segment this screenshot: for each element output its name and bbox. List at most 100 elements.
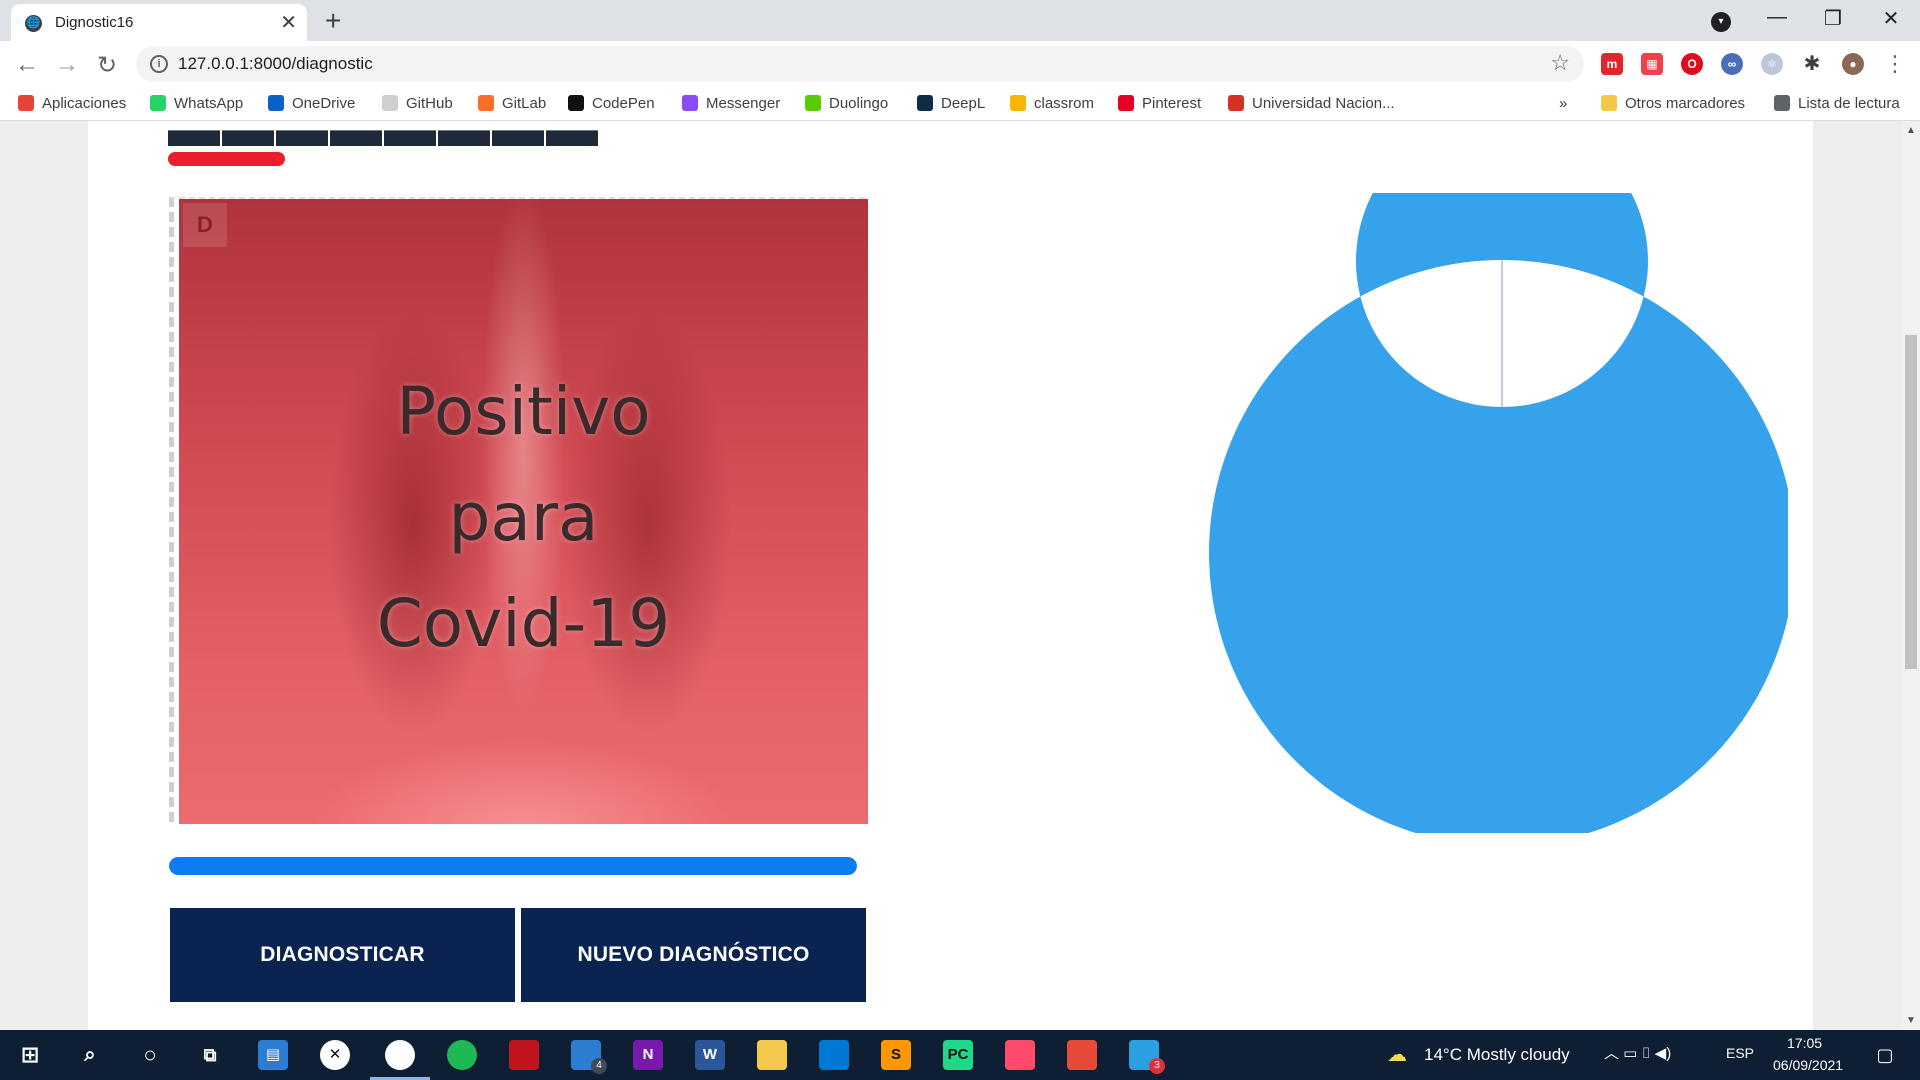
site-info-icon[interactable]: i [150, 55, 168, 73]
task-view-icon[interactable]: ⧉ [195, 1040, 225, 1070]
extension-grid-icon[interactable]: ▦ [1641, 53, 1663, 75]
browser-menu-icon[interactable]: ⋮ [1880, 51, 1910, 77]
onedrive-icon [268, 95, 284, 111]
new-tab-button[interactable]: + [325, 5, 341, 37]
progress-bar [169, 857, 857, 875]
doughnut-chart: PrecisiónConfusión [1209, 193, 1788, 833]
spotify-icon[interactable] [447, 1040, 477, 1070]
mail-badge: 4 [591, 1058, 607, 1074]
tab-strip: 🌐 Dignostic16 ✕ + ▾ — ❐ ✕ [0, 0, 1920, 41]
bookmark-label: Duolingo [829, 95, 889, 112]
other-bookmarks-folder[interactable]: Otros marcadores [1601, 95, 1745, 112]
bookmark-duolingo[interactable]: Duolingo [805, 95, 888, 112]
bookmark-star-icon[interactable]: ☆ [1550, 50, 1570, 76]
diagnosis-result: Positivo para Covid-19 [376, 373, 671, 662]
bookmark-messenger[interactable]: Messenger [682, 95, 780, 112]
bookmark-codepen[interactable]: CodePen [568, 95, 655, 112]
codepen-icon [568, 95, 584, 111]
language-indicator[interactable]: ESP [1726, 1045, 1754, 1061]
tab-search-icon[interactable]: ▾ [1711, 12, 1731, 32]
restore-button[interactable]: ❐ [1813, 6, 1853, 31]
bookmark-label: Aplicaciones [42, 95, 127, 112]
git-tool-icon[interactable] [1067, 1040, 1097, 1070]
bookmark-pinterest[interactable]: Pinterest [1118, 95, 1201, 112]
browser-toolbar: ← → ↻ i 127.0.0.1:8000/diagnostic ☆ m ▦ … [0, 41, 1920, 89]
close-tab-icon[interactable]: ✕ [280, 10, 297, 35]
gmail-icon [1228, 95, 1244, 111]
whatsapp-icon [150, 95, 166, 111]
new-diagnosis-button[interactable]: NUEVO DIAGNÓSTICO [521, 908, 866, 1002]
clock-time[interactable]: 17:05 [1787, 1035, 1822, 1051]
xbox-icon[interactable]: ✕ [320, 1040, 350, 1070]
xray-image: D Positivo para Covid-19 [179, 199, 868, 824]
bookmark-label: classrom [1034, 95, 1095, 112]
app-red-icon[interactable] [509, 1040, 539, 1070]
scroll-down-arrow[interactable]: ▼ [1902, 1015, 1920, 1026]
telegram-badge: 3 [1149, 1058, 1165, 1074]
bookmark-github[interactable]: GitHub [382, 95, 453, 112]
content-card: ▬▬▬▬▬▬▬▬ D Positivo para Covid-19 DIAGNO… [88, 121, 1813, 1030]
bookmark-label: GitLab [502, 95, 547, 112]
weather-text[interactable]: 14°C Mostly cloudy [1424, 1045, 1570, 1065]
explorer-icon[interactable] [757, 1040, 787, 1070]
duolingo-icon [805, 95, 821, 111]
reload-button[interactable]: ↻ [92, 51, 122, 80]
close-window-button[interactable]: ✕ [1871, 6, 1911, 31]
image-dropzone[interactable]: D Positivo para Covid-19 [169, 197, 868, 824]
bookmark-label: OneDrive [292, 95, 356, 112]
forward-button[interactable]: → [52, 51, 82, 79]
back-button[interactable]: ← [12, 51, 42, 79]
bookmark-onedrive[interactable]: OneDrive [268, 95, 355, 112]
puzzle-extensions-icon[interactable]: ✱ [1801, 53, 1823, 75]
system-tray-icons[interactable]: ︿ ▭ ⌷ ◀) [1604, 1042, 1671, 1063]
cortana-icon[interactable]: ○ [135, 1040, 165, 1070]
profile-avatar[interactable]: ● [1842, 53, 1864, 75]
page-scrollbar[interactable]: ▲ ▼ [1902, 121, 1920, 1030]
word-icon[interactable]: W [695, 1040, 725, 1070]
gitlab-icon [478, 95, 494, 111]
extension-red-icon[interactable]: m [1601, 53, 1623, 75]
bookmarks-overflow-icon-label: » [1559, 95, 1568, 112]
scroll-thumb[interactable] [1905, 335, 1917, 669]
globe-icon: 🌐 [25, 15, 42, 32]
bookmark-label: WhatsApp [174, 95, 244, 112]
bookmark-gmail[interactable]: Universidad Nacion... [1228, 95, 1395, 112]
tab-title: Dignostic16 [55, 14, 134, 31]
store-icon[interactable]: ▤ [258, 1040, 288, 1070]
github-icon [382, 95, 398, 111]
weather-cloud-icon[interactable]: ☁ [1382, 1040, 1412, 1070]
chrome-icon[interactable] [385, 1040, 415, 1070]
browser-tab[interactable]: 🌐 Dignostic16 ✕ [11, 4, 307, 41]
bookmark-classroom[interactable]: classrom [1010, 95, 1094, 112]
react-devtools-icon[interactable]: ⚛ [1761, 53, 1783, 75]
chart-slice-0[interactable] [1209, 193, 1788, 833]
onenote-icon[interactable]: N [633, 1040, 663, 1070]
scroll-up-arrow[interactable]: ▲ [1902, 125, 1920, 136]
minimize-button[interactable]: — [1757, 6, 1797, 29]
sublime-icon[interactable]: S [881, 1040, 911, 1070]
notifications-icon[interactable]: ▢ [1870, 1040, 1900, 1070]
bookmark-deepl[interactable]: DeepL [917, 95, 985, 112]
extension-owl-icon[interactable]: ∞ [1721, 53, 1743, 75]
reading-list-button[interactable]: Lista de lectura [1774, 95, 1900, 112]
url-text[interactable]: 127.0.0.1:8000/diagnostic [178, 54, 373, 74]
bookmark-apps-grid[interactable]: Aplicaciones [18, 95, 126, 112]
opera-extension-icon[interactable]: O [1681, 53, 1703, 75]
bookmarks-overflow-icon[interactable]: » [1559, 95, 1567, 112]
bookmark-label: Messenger [706, 95, 781, 112]
reading-list-icon [1774, 95, 1790, 111]
vscode-icon[interactable] [819, 1040, 849, 1070]
pinterest-icon [1118, 95, 1134, 111]
app-pink-icon[interactable] [1005, 1040, 1035, 1070]
diagnose-button[interactable]: DIAGNOSTICAR [170, 908, 515, 1002]
bookmark-whatsapp[interactable]: WhatsApp [150, 95, 243, 112]
pycharm-icon[interactable]: PC [943, 1040, 973, 1070]
address-bar[interactable]: i 127.0.0.1:8000/diagnostic ☆ [136, 46, 1584, 82]
clock-date[interactable]: 06/09/2021 [1773, 1057, 1843, 1073]
windows-start-icon[interactable]: ⊞ [15, 1040, 45, 1070]
bookmark-gitlab[interactable]: GitLab [478, 95, 546, 112]
image-badge: D [183, 203, 227, 247]
search-icon[interactable]: ⌕ [75, 1040, 105, 1070]
classroom-icon [1010, 95, 1026, 111]
messenger-icon [682, 95, 698, 111]
